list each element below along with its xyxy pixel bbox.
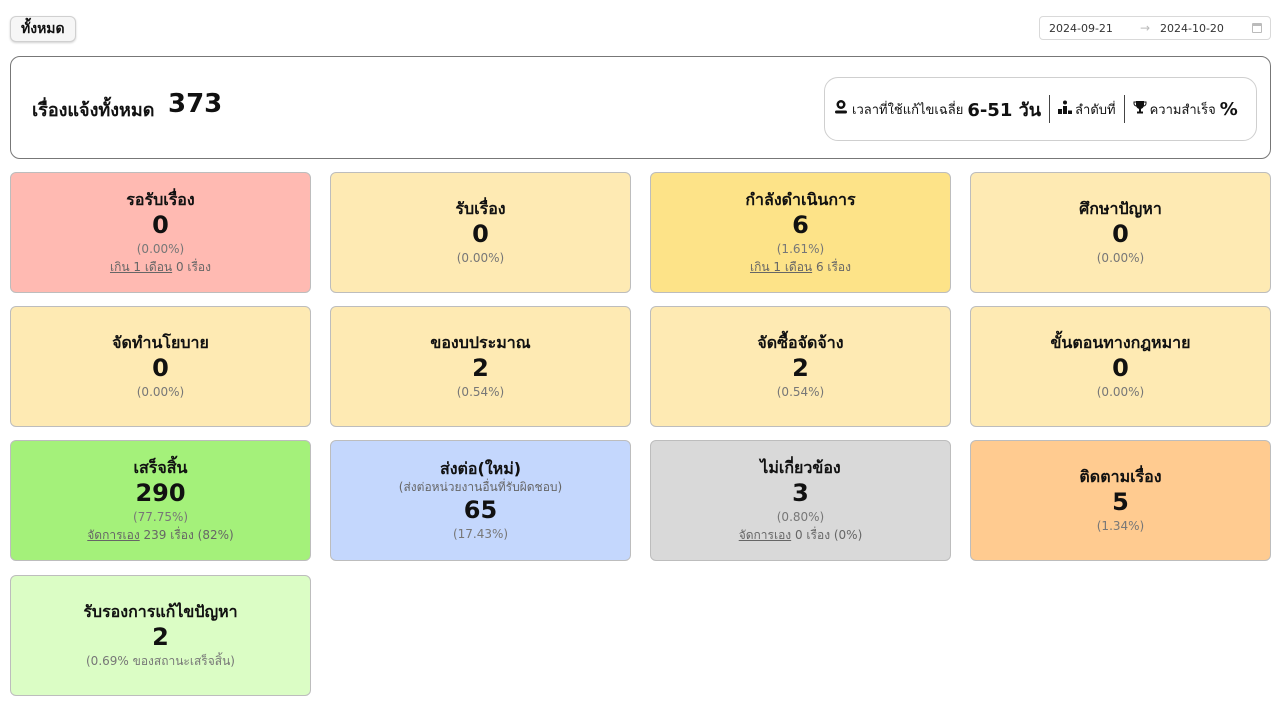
card-count: 2 bbox=[472, 353, 489, 382]
card-count: 0 bbox=[152, 210, 169, 239]
avg-time-label: เวลาที่ใช้แก้ไขเฉลี่ย bbox=[852, 102, 964, 118]
card-count: 2 bbox=[792, 353, 809, 382]
card-note-text: 6 เรื่อง bbox=[812, 259, 852, 274]
card-title: รอรับเรื่อง bbox=[126, 189, 195, 209]
status-card-irrelevant[interactable]: ไม่เกี่ยวข้อง 3 (0.80%) จัดการเอง 0 เรื่… bbox=[650, 440, 951, 561]
card-percent: (77.75%) bbox=[132, 509, 189, 524]
card-count: 2 bbox=[152, 622, 169, 651]
card-count: 3 bbox=[792, 478, 809, 507]
card-count: 5 bbox=[1112, 487, 1129, 516]
summary-panel: เรื่องแจ้งทั้งหมด 373 เวลาที่ใช้แก้ไขเฉล… bbox=[10, 56, 1271, 159]
status-card-study[interactable]: ศึกษาปัญหา 0 (0.00%) bbox=[970, 172, 1271, 293]
overdue-link[interactable]: เกิน 1 เดือน bbox=[110, 260, 172, 274]
stats-box: เวลาที่ใช้แก้ไขเฉลี่ย 6-51 วัน ลำดับที่ … bbox=[824, 77, 1257, 141]
card-percent: (17.43%) bbox=[452, 526, 509, 541]
success-value: % bbox=[1219, 98, 1238, 120]
podium-icon bbox=[1058, 100, 1073, 118]
overdue-link[interactable]: เกิน 1 เดือน bbox=[750, 260, 812, 274]
card-title: ของบประมาณ bbox=[430, 332, 531, 352]
trophy-icon bbox=[1133, 100, 1147, 118]
card-percent: (0.00%) bbox=[1096, 250, 1145, 265]
card-title: ติดตามเรื่อง bbox=[1079, 466, 1162, 486]
status-card-pending[interactable]: รอรับเรื่อง 0 (0.00%) เกิน 1 เดือน 0 เรื… bbox=[10, 172, 311, 293]
range-arrow-icon: → bbox=[1140, 21, 1151, 35]
date-start-input[interactable]: 2024-09-21 bbox=[1049, 22, 1113, 35]
card-count: 65 bbox=[463, 495, 498, 524]
date-range-picker[interactable]: 2024-09-21 → 2024-10-20 bbox=[1039, 16, 1271, 40]
rank-stat: ลำดับที่ bbox=[1050, 99, 1124, 120]
card-percent: (1.61%) bbox=[776, 241, 825, 256]
card-percent: (1.34%) bbox=[1096, 518, 1145, 533]
status-card-policy[interactable]: จัดทำนโยบาย 0 (0.00%) bbox=[10, 306, 311, 427]
status-card-forwarded[interactable]: ส่งต่อ(ใหม่) (ส่งต่อหน่วยงานอื่นที่รับผิ… bbox=[330, 440, 631, 561]
card-title: ศึกษาปัญหา bbox=[1079, 198, 1162, 218]
card-percent: (0.80%) bbox=[776, 509, 825, 524]
card-subtitle: (ส่งต่อหน่วยงานอื่นที่รับผิดชอบ) bbox=[398, 479, 563, 494]
card-percent: (0.00%) bbox=[136, 241, 185, 256]
user-clock-icon bbox=[833, 99, 849, 119]
success-stat: ความสำเร็จ % bbox=[1125, 99, 1246, 120]
card-title: รับรองการแก้ไขปัญหา bbox=[83, 601, 238, 621]
status-card-budget[interactable]: ของบประมาณ 2 (0.54%) bbox=[330, 306, 631, 427]
date-end-input[interactable]: 2024-10-20 bbox=[1160, 22, 1224, 35]
card-count: 0 bbox=[152, 353, 169, 382]
card-note: เกิน 1 เดือน 0 เรื่อง bbox=[110, 258, 211, 276]
card-title: จัดทำนโยบาย bbox=[112, 332, 209, 352]
card-count: 290 bbox=[135, 478, 186, 507]
status-card-procurement[interactable]: จัดซื้อจัดจ้าง 2 (0.54%) bbox=[650, 306, 951, 427]
card-title: ขั้นตอนทางกฎหมาย bbox=[1050, 332, 1191, 352]
self-handled-link[interactable]: จัดการเอง bbox=[739, 528, 791, 542]
card-title: ส่งต่อ(ใหม่) bbox=[439, 458, 522, 478]
card-note: เกิน 1 เดือน 6 เรื่อง bbox=[750, 258, 851, 276]
status-card-resolution-certified[interactable]: รับรองการแก้ไขปัญหา 2 (0.69% ของสถานะเสร… bbox=[10, 575, 311, 696]
total-reports-label: เรื่องแจ้งทั้งหมด bbox=[32, 100, 155, 121]
card-count: 0 bbox=[1112, 353, 1129, 382]
avg-time-value: 6-51 วัน bbox=[967, 99, 1042, 121]
card-percent: (0.54%) bbox=[776, 384, 825, 399]
status-card-in-progress[interactable]: กำลังดำเนินการ 6 (1.61%) เกิน 1 เดือน 6 … bbox=[650, 172, 951, 293]
card-title: เสร็จสิ้น bbox=[133, 457, 188, 477]
success-label: ความสำเร็จ bbox=[1149, 102, 1216, 118]
card-note-text: 0 เรื่อง bbox=[172, 259, 212, 274]
card-percent: (0.00%) bbox=[136, 384, 185, 399]
card-note-text: 0 เรื่อง (0%) bbox=[791, 527, 863, 542]
card-percent: (0.00%) bbox=[456, 250, 505, 265]
card-percent: (0.00%) bbox=[1096, 384, 1145, 399]
card-percent: (0.69% ของสถานะเสร็จสิ้น) bbox=[86, 653, 235, 668]
card-count: 0 bbox=[472, 219, 489, 248]
rank-label: ลำดับที่ bbox=[1075, 102, 1116, 118]
status-card-completed[interactable]: เสร็จสิ้น 290 (77.75%) จัดการเอง 239 เรื… bbox=[10, 440, 311, 561]
card-note-text: 239 เรื่อง (82%) bbox=[139, 527, 234, 542]
card-title: กำลังดำเนินการ bbox=[745, 189, 856, 209]
card-title: จัดซื้อจัดจ้าง bbox=[757, 332, 844, 352]
self-handled-link[interactable]: จัดการเอง bbox=[87, 528, 139, 542]
status-card-legal[interactable]: ขั้นตอนทางกฎหมาย 0 (0.00%) bbox=[970, 306, 1271, 427]
card-percent: (0.54%) bbox=[456, 384, 505, 399]
status-card-received[interactable]: รับเรื่อง 0 (0.00%) bbox=[330, 172, 631, 293]
filter-all-button[interactable]: ทั้งหมด bbox=[10, 16, 76, 42]
card-title: ไม่เกี่ยวข้อง bbox=[760, 457, 841, 477]
calendar-icon[interactable] bbox=[1252, 23, 1262, 33]
card-title: รับเรื่อง bbox=[455, 198, 506, 218]
avg-time-stat: เวลาที่ใช้แก้ไขเฉลี่ย 6-51 วัน bbox=[825, 95, 1049, 124]
card-note: จัดการเอง 239 เรื่อง (82%) bbox=[87, 526, 233, 544]
card-note: จัดการเอง 0 เรื่อง (0%) bbox=[739, 526, 863, 544]
card-count: 0 bbox=[1112, 219, 1129, 248]
card-count: 6 bbox=[792, 210, 809, 239]
total-reports-count: 373 bbox=[168, 89, 223, 119]
status-card-follow-up[interactable]: ติดตามเรื่อง 5 (1.34%) bbox=[970, 440, 1271, 561]
